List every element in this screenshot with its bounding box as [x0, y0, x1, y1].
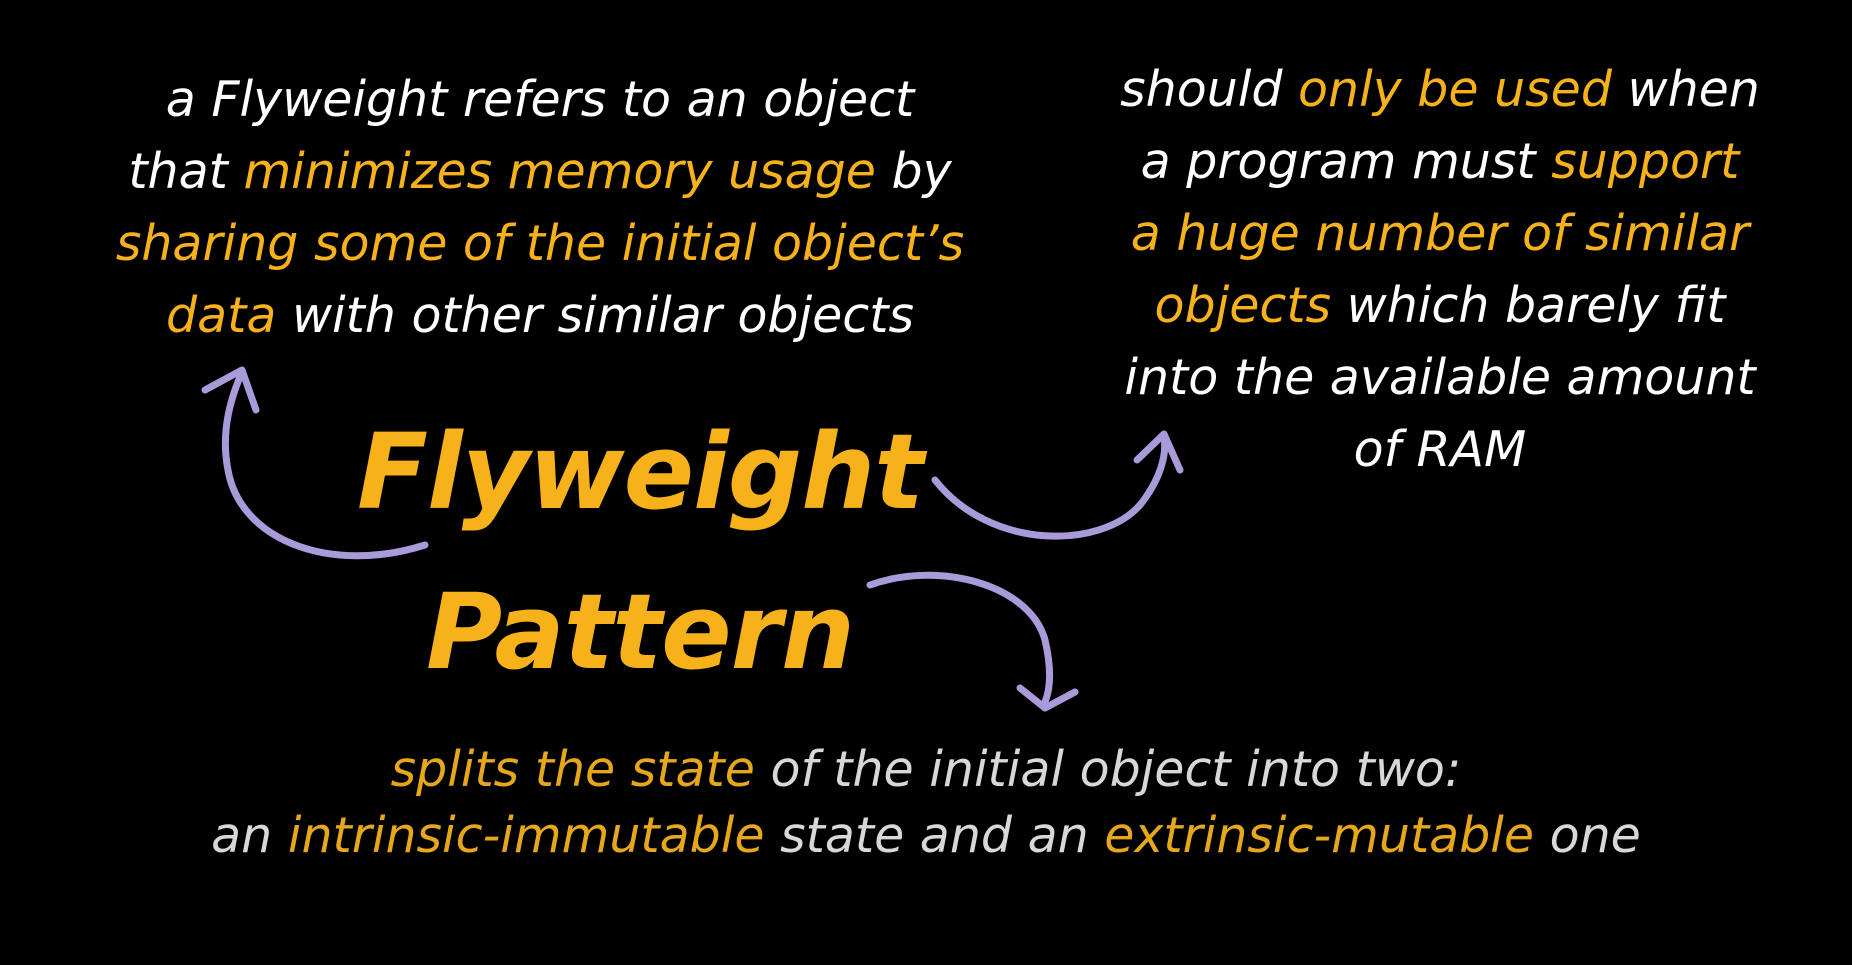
- usage-line-6: of RAM: [1353, 421, 1527, 478]
- highlight-extrinsic-mutable: extrinsic-mutable: [1104, 807, 1535, 864]
- usage-line-4: objects which barely fit: [1154, 277, 1726, 334]
- title-flyweight: Flyweight: [357, 411, 924, 533]
- state-line-1: splits the state of the initial object i…: [390, 741, 1462, 798]
- arrow-to-bottom-block-head: [1016, 684, 1079, 712]
- highlight-intrinsic-immutable: intrinsic-immutable: [287, 807, 765, 864]
- highlight-support: support: [1551, 133, 1740, 190]
- usage-line-3: a huge number of similar: [1030, 198, 1850, 270]
- definition-block: a Flyweight refers to an object that min…: [40, 64, 1040, 352]
- usage-line-5: into the available amount: [1124, 349, 1756, 406]
- diagram-canvas: a Flyweight refers to an object that min…: [0, 0, 1852, 965]
- definition-line-2: that minimizes memory usage by: [128, 143, 952, 200]
- usage-line-1: should only be used when: [1120, 61, 1760, 118]
- highlight-only-be-used: only be used: [1298, 61, 1612, 118]
- definition-line-3: sharing some of the initial object’s: [40, 208, 1040, 280]
- definition-line-4: data with other similar objects: [166, 287, 914, 344]
- state-line-2: an intrinsic-immutable state and an extr…: [211, 807, 1641, 864]
- usage-line-2: a program must support: [1140, 133, 1740, 190]
- arrow-to-left-block-head: [201, 366, 260, 414]
- highlight-objects: objects: [1154, 277, 1332, 334]
- usage-block: should only be used when a program must …: [1030, 54, 1850, 486]
- state-block: splits the state of the initial object i…: [126, 737, 1726, 869]
- highlight-data: data: [166, 287, 277, 344]
- highlight-minimizes-memory: minimizes memory usage: [243, 143, 876, 200]
- title-pattern: Pattern: [425, 571, 855, 693]
- highlight-splits-the-state: splits the state: [390, 741, 755, 798]
- highlight-huge-number: a huge number of similar: [1130, 205, 1750, 262]
- definition-line-1: a Flyweight refers to an object: [165, 71, 915, 128]
- highlight-sharing-data: sharing some of the initial object’s: [115, 215, 965, 272]
